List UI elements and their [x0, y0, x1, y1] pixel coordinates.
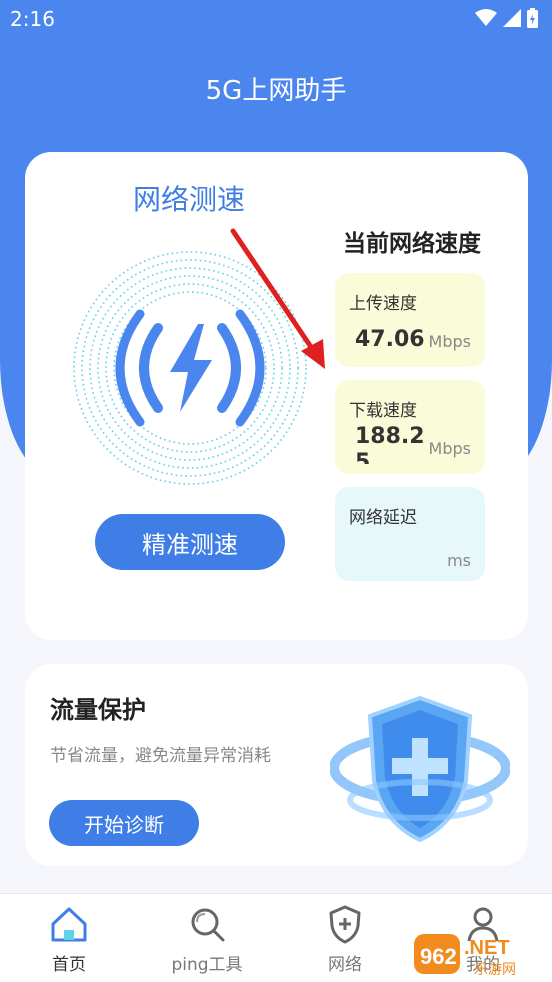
svg-text:962: 962	[420, 944, 457, 969]
download-speed-label: 下载速度	[349, 401, 417, 421]
upload-speed-value: 47.06	[355, 327, 425, 352]
traffic-protection-card: 流量保护 节省流量，避免流量异常消耗 开始诊断	[25, 664, 528, 866]
shield-plus-icon	[329, 905, 361, 944]
latency-unit: ms	[447, 551, 471, 570]
annotation-arrow-icon	[230, 228, 325, 369]
wifi-icon	[475, 9, 497, 26]
download-speed-unit: Mbps	[428, 439, 471, 458]
speed-test-heading: 网络测速	[133, 183, 246, 216]
precise-speed-test-button[interactable]: 精准测速	[95, 514, 285, 570]
home-icon	[51, 907, 87, 942]
latency-label: 网络延迟	[349, 508, 417, 528]
upload-speed-box: 上传速度 47.06 Mbps	[335, 273, 485, 367]
shield-illustration-icon	[330, 695, 510, 843]
app-title: 5G上网助手	[205, 76, 347, 106]
svg-text:乐游网: 乐游网	[474, 962, 516, 978]
download-speed-value: 188.25	[355, 424, 425, 464]
status-time: 2:16	[10, 7, 55, 31]
upload-speed-label: 上传速度	[349, 294, 417, 314]
tab-network-label: 网络	[328, 955, 362, 975]
upload-speed-unit: Mbps	[428, 332, 471, 351]
magnifier-icon	[191, 908, 225, 942]
download-speed-box: 下载速度 188.25 Mbps	[335, 380, 485, 474]
svg-text:.NET: .NET	[464, 937, 510, 959]
current-speed-title: 当前网络速度	[343, 231, 481, 257]
tab-home-label: 首页	[52, 955, 86, 975]
tab-ping-tool-label: ping工具	[171, 955, 243, 975]
traffic-protection-description: 节省流量，避免流量异常消耗	[50, 746, 271, 766]
status-icons	[475, 8, 538, 28]
start-diagnosis-button[interactable]: 开始诊断	[49, 800, 199, 846]
tab-home[interactable]: 首页	[0, 894, 138, 982]
signal-icon	[503, 9, 521, 27]
watermark-logo: 962 .NET 乐游网	[414, 934, 516, 978]
battery-icon	[527, 8, 538, 28]
tab-network[interactable]: 网络	[276, 894, 414, 982]
tab-ping-tool[interactable]: ping工具	[138, 894, 276, 982]
latency-box: 网络延迟 ms	[335, 487, 485, 581]
traffic-protection-title: 流量保护	[50, 696, 146, 724]
status-bar: 2:16	[0, 0, 552, 38]
